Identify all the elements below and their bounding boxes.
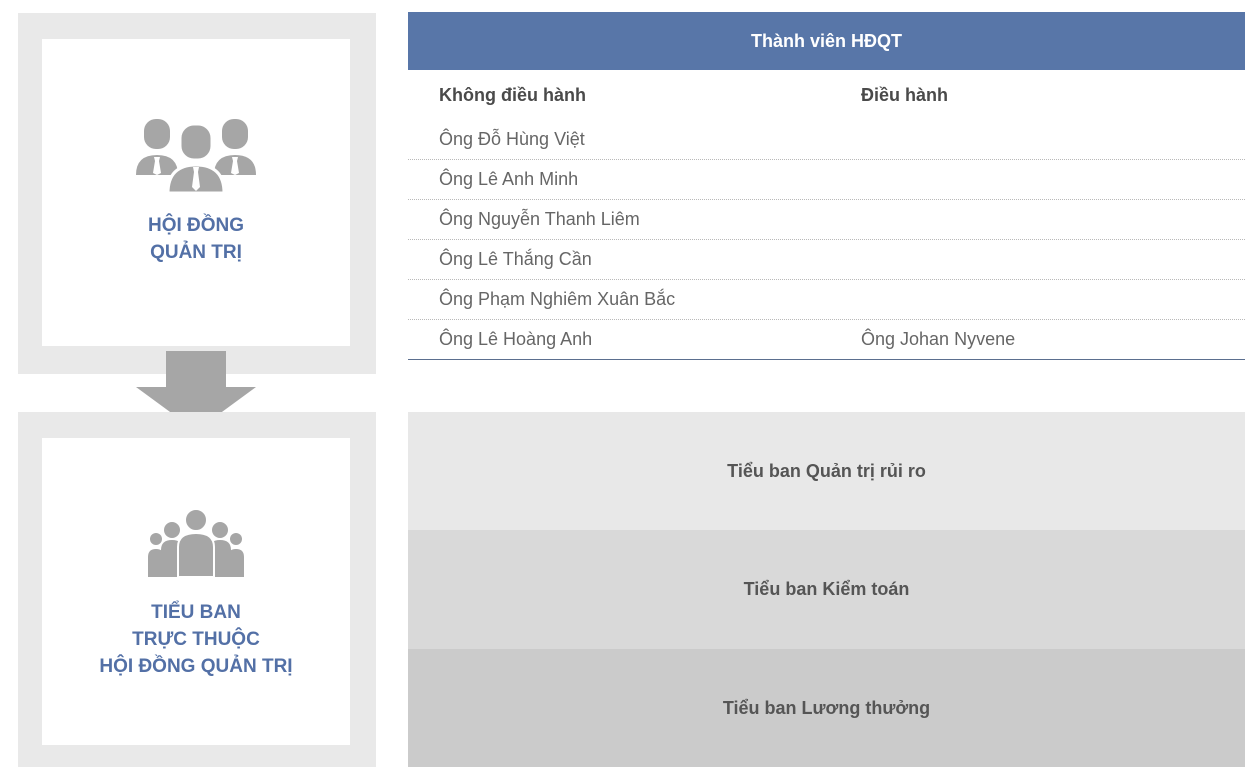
board-panel-title: HỘI ĐỒNG QUẢN TRỊ bbox=[148, 212, 244, 266]
table-title: Thành viên HĐQT bbox=[408, 12, 1245, 70]
committee-remuneration: Tiểu ban Lương thưởng bbox=[408, 649, 1245, 767]
executive-member: Ông Johan Nyvene bbox=[861, 329, 1016, 349]
non-executive-member: Ông Nguyễn Thanh Liêm bbox=[439, 209, 640, 229]
non-executive-member: Ông Đỗ Hùng Việt bbox=[439, 129, 585, 149]
board-panel-card: HỘI ĐỒNG QUẢN TRỊ bbox=[42, 39, 350, 346]
committee-title-line2: TRỰC THUỘC bbox=[132, 629, 260, 650]
non-executive-member: Ông Phạm Nghiêm Xuân Bắc bbox=[439, 289, 676, 309]
committee-title-line1: TIỂU BAN bbox=[151, 602, 241, 623]
board-title-line2: QUẢN TRỊ bbox=[150, 242, 242, 263]
board-title-line1: HỘI ĐỒNG bbox=[147, 215, 245, 236]
column-header-non-executive: Không điều hành bbox=[439, 84, 586, 105]
table-row: Ông Lê Thắng Cần bbox=[408, 240, 1245, 280]
group-of-five-people-icon bbox=[148, 509, 244, 577]
board-member-table: Thành viên HĐQT Không điều hành Điều hàn… bbox=[408, 12, 1245, 360]
committee-panel-card: TIỂU BAN TRỰC THUỘC HỘI ĐỒNG QUẢN TRỊ bbox=[42, 438, 350, 745]
non-executive-member: Ông Lê Hoàng Anh bbox=[439, 329, 593, 349]
committee-label: Tiểu ban Quản trị rủi ro bbox=[727, 460, 926, 481]
committee-label: Tiểu ban Lương thưởng bbox=[722, 697, 931, 718]
committee-audit: Tiểu ban Kiểm toán bbox=[408, 530, 1245, 649]
table-row: Ông Phạm Nghiêm Xuân Bắc bbox=[408, 280, 1245, 320]
committee-risk-management: Tiểu ban Quản trị rủi ro bbox=[408, 412, 1245, 530]
committee-label: Tiểu ban Kiểm toán bbox=[743, 579, 910, 599]
non-executive-member: Ông Lê Thắng Cần bbox=[439, 249, 592, 269]
table-row: Ông Đỗ Hùng Việt bbox=[408, 120, 1245, 160]
non-executive-member: Ông Lê Anh Minh bbox=[439, 169, 579, 189]
table-row: Ông Lê Anh Minh bbox=[408, 160, 1245, 200]
committee-title-line3: HỘI ĐỒNG QUẢN TRỊ bbox=[99, 656, 293, 677]
table-row: Ông Nguyễn Thanh Liêm bbox=[408, 200, 1245, 240]
column-header-executive: Điều hành bbox=[861, 84, 949, 105]
committee-panel-title: TIỂU BAN TRỰC THUỘC HỘI ĐỒNG QUẢN TRỊ bbox=[99, 599, 292, 680]
table-row: Ông Lê Hoàng Anh Ông Johan Nyvene bbox=[408, 320, 1245, 360]
table-column-header-row: Không điều hành Điều hành bbox=[408, 70, 1245, 120]
group-of-three-people-icon bbox=[136, 119, 256, 193]
